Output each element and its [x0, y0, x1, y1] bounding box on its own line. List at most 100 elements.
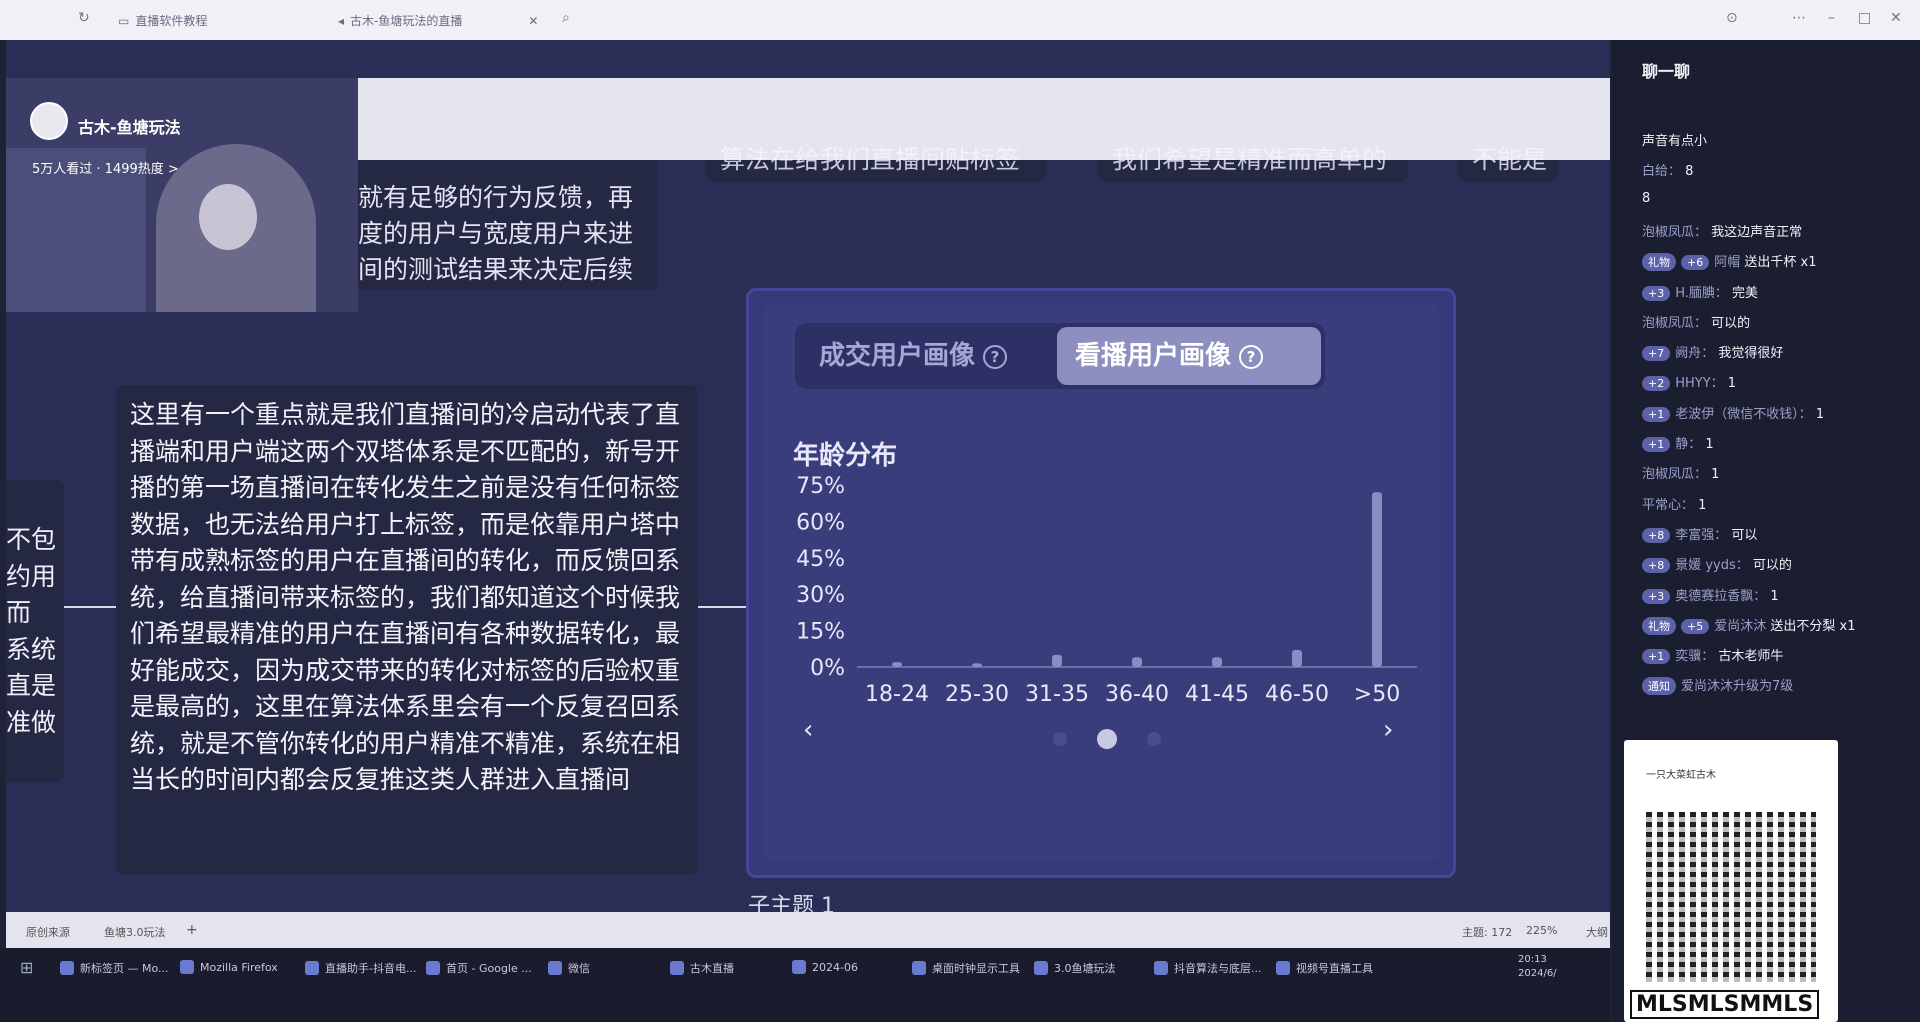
chat-username[interactable]: 白给： [1642, 164, 1681, 179]
chat-username[interactable]: 景媛 yyds： [1675, 558, 1749, 573]
clock-time[interactable]: 20:13 [1518, 954, 1547, 965]
chat-message: +8 景媛 yyds： 可以的 [1642, 554, 1792, 574]
minimize-icon[interactable]: – [1828, 10, 1835, 26]
level-badge: +6 [1681, 255, 1710, 271]
reload-icon[interactable]: ↻ [78, 10, 90, 26]
chat-message: 礼物 +5 爱尚沐沐 送出不分梨 x1 [1642, 615, 1855, 635]
carousel-dot[interactable] [1147, 732, 1161, 746]
more-icon[interactable]: ⋯ [1792, 10, 1806, 26]
chat-username[interactable]: 泡椒凤瓜： [1642, 225, 1707, 240]
y-tick-label: 60% [796, 510, 845, 535]
chat-text: 1 [1707, 467, 1720, 483]
app-icon [1154, 961, 1168, 975]
bar [972, 663, 982, 667]
taskbar-item[interactable]: 2024-06 [792, 960, 858, 974]
topic-count: 主题: 172 [1462, 926, 1513, 939]
streamer-avatar[interactable] [30, 102, 68, 140]
level-badge: +8 [1642, 558, 1671, 574]
editor-statusbar: 原创来源 鱼塘3.0玩法 + 主题: 172 225% 大纲 [6, 912, 1610, 948]
mindmap-node-main[interactable]: 这里有一个重点就是我们直播间的冷启动代表了直播端和用户端这两个双塔体系是不匹配的… [116, 385, 698, 875]
chart-image-node[interactable]: 成交用户画像? 看播用户画像? 年龄分布 0% 15% 30% 45% 60% 75% 18… [746, 288, 1456, 878]
chat-username[interactable]: 泡椒凤瓜： [1642, 467, 1707, 482]
app-icon [305, 961, 319, 975]
taskbar-item[interactable]: 古木直播 [670, 960, 734, 976]
chat-username[interactable]: HHYY： [1675, 376, 1723, 391]
chart-title: 年龄分布 [793, 441, 898, 471]
zoom-level[interactable]: 225% [1526, 924, 1557, 937]
chat-username[interactable]: 阙舟： [1675, 346, 1714, 361]
speaker-icon: ◂ [338, 13, 345, 28]
sheet-tab-b[interactable]: 鱼塘3.0玩法 [104, 924, 166, 940]
chat-username[interactable]: 平常心： [1642, 498, 1694, 513]
chat-message: 通知 爱尚沐沐升级为7级 [1642, 675, 1793, 696]
taskbar-item[interactable]: 首页 - Google ... [426, 960, 532, 976]
bar [1292, 650, 1302, 667]
chat-message: 泡椒凤瓜： 我这边声音正常 [1642, 221, 1802, 240]
tab-viewer-users[interactable]: 看播用户画像? [1057, 327, 1321, 385]
clock-date[interactable]: 2024/6/ [1518, 968, 1557, 979]
taskbar-item[interactable]: 抖音算法与底层... [1154, 960, 1262, 976]
chat-text: 8 [1642, 190, 1651, 206]
search-icon[interactable]: ⌕ [562, 10, 570, 26]
level-badge: +1 [1642, 406, 1671, 422]
level-badge: +5 [1681, 618, 1710, 634]
taskbar-item[interactable]: 视频号直播工具 [1276, 960, 1373, 976]
bar [1132, 657, 1142, 667]
maximize-icon[interactable]: □ [1858, 10, 1871, 26]
taskbar-item[interactable]: 直播助手-抖音电... [305, 960, 416, 976]
taskbar-item[interactable]: 桌面时钟显示工具 [912, 960, 1020, 976]
taskbar-item[interactable]: 微信 [548, 960, 590, 976]
taskbar-item[interactable]: 3.0鱼塘玩法 [1034, 960, 1116, 976]
carousel-prev-icon[interactable]: ‹ [803, 715, 813, 745]
chat-text: 完美 [1727, 285, 1759, 301]
os-taskbar: ⊞ 新标签页 — Mo... Mozilla Firefox 直播助手-抖音电.… [0, 948, 1610, 1022]
doc-icon: ▭ [118, 13, 130, 28]
close-tab-icon[interactable]: ✕ [528, 14, 538, 28]
chat-message: +7 阙舟： 我觉得很好 [1642, 342, 1784, 362]
browser-tab-1[interactable]: ▭ 直播软件教程 [118, 12, 207, 29]
outline-button[interactable]: 大纲 [1586, 924, 1608, 940]
chat-text: 1 [1694, 497, 1707, 513]
taskbar-item[interactable]: Mozilla Firefox [180, 960, 278, 974]
chat-username[interactable]: 阿帽 [1714, 255, 1740, 270]
chat-username[interactable]: 李富强： [1675, 528, 1727, 543]
help-icon[interactable]: ? [983, 344, 1008, 369]
chat-text: 我觉得很好 [1714, 346, 1784, 362]
chat-text: 我这边声音正常 [1707, 224, 1803, 240]
carousel-dot[interactable] [1053, 732, 1067, 746]
help-icon[interactable]: ? [1239, 344, 1264, 369]
chat-text: 1 [1723, 376, 1737, 392]
download-icon[interactable]: ⊙ [1726, 10, 1738, 26]
chat-message: 礼物 +6 阿帽 送出千杯 x1 [1642, 251, 1816, 272]
carousel-dots [1053, 729, 1161, 749]
chat-username[interactable]: 泡椒凤瓜： [1642, 316, 1707, 331]
chat-message: +3 奥德赛拉香飘： 1 [1642, 585, 1779, 604]
carousel-dot-active[interactable] [1097, 729, 1117, 749]
windows-start-icon[interactable]: ⊞ [20, 958, 33, 977]
chat-message: 8 [1642, 191, 1650, 206]
view-count[interactable]: 5万人看过 · 1499热度 > [32, 158, 179, 177]
chat-username[interactable]: 老波伊（微信不收钱）： [1675, 407, 1812, 422]
chat-username[interactable]: 奥德赛拉香飘： [1675, 589, 1766, 604]
chat-username[interactable]: 静： [1675, 437, 1701, 452]
tab-deal-users[interactable]: 成交用户画像? [801, 327, 1041, 385]
bar [892, 662, 902, 667]
mindmap-canvas[interactable]: 就有足够的行为反馈，再 度的用户与宽度用户来进 间的测试结果来决定后续 算法在给… [6, 40, 1610, 912]
taskbar-item[interactable]: 新标签页 — Mo... [60, 960, 169, 976]
chat-username[interactable]: H.腼腆： [1675, 286, 1728, 301]
chat-text: 8 [1681, 164, 1694, 180]
qr-header: 一只大菜虹古木 [1646, 770, 1716, 781]
app-icon [180, 960, 194, 974]
carousel-next-icon[interactable]: › [1383, 715, 1393, 745]
chat-username[interactable]: 奕骥： [1675, 649, 1714, 664]
close-window-icon[interactable]: ✕ [1890, 10, 1902, 26]
level-badge: +7 [1642, 346, 1671, 362]
add-sheet-button[interactable]: + [186, 922, 198, 938]
x-tick-label: 18-24 [865, 682, 929, 707]
chat-username[interactable]: 爱尚沐沐 [1714, 619, 1766, 634]
chat-username[interactable]: 爱尚沐沐升级为7级 [1681, 679, 1793, 694]
qr-card: 一只大菜虹古木 MLSMLSMMLS [1624, 740, 1838, 1022]
sheet-tab-a[interactable]: 原创来源 [26, 924, 70, 940]
browser-tab-2[interactable]: ◂ 古木-鱼塘玩法的直播 ✕ [338, 12, 538, 29]
mindmap-node-left[interactable]: 不包 约用 而 系统 直是 准做 [6, 480, 64, 782]
